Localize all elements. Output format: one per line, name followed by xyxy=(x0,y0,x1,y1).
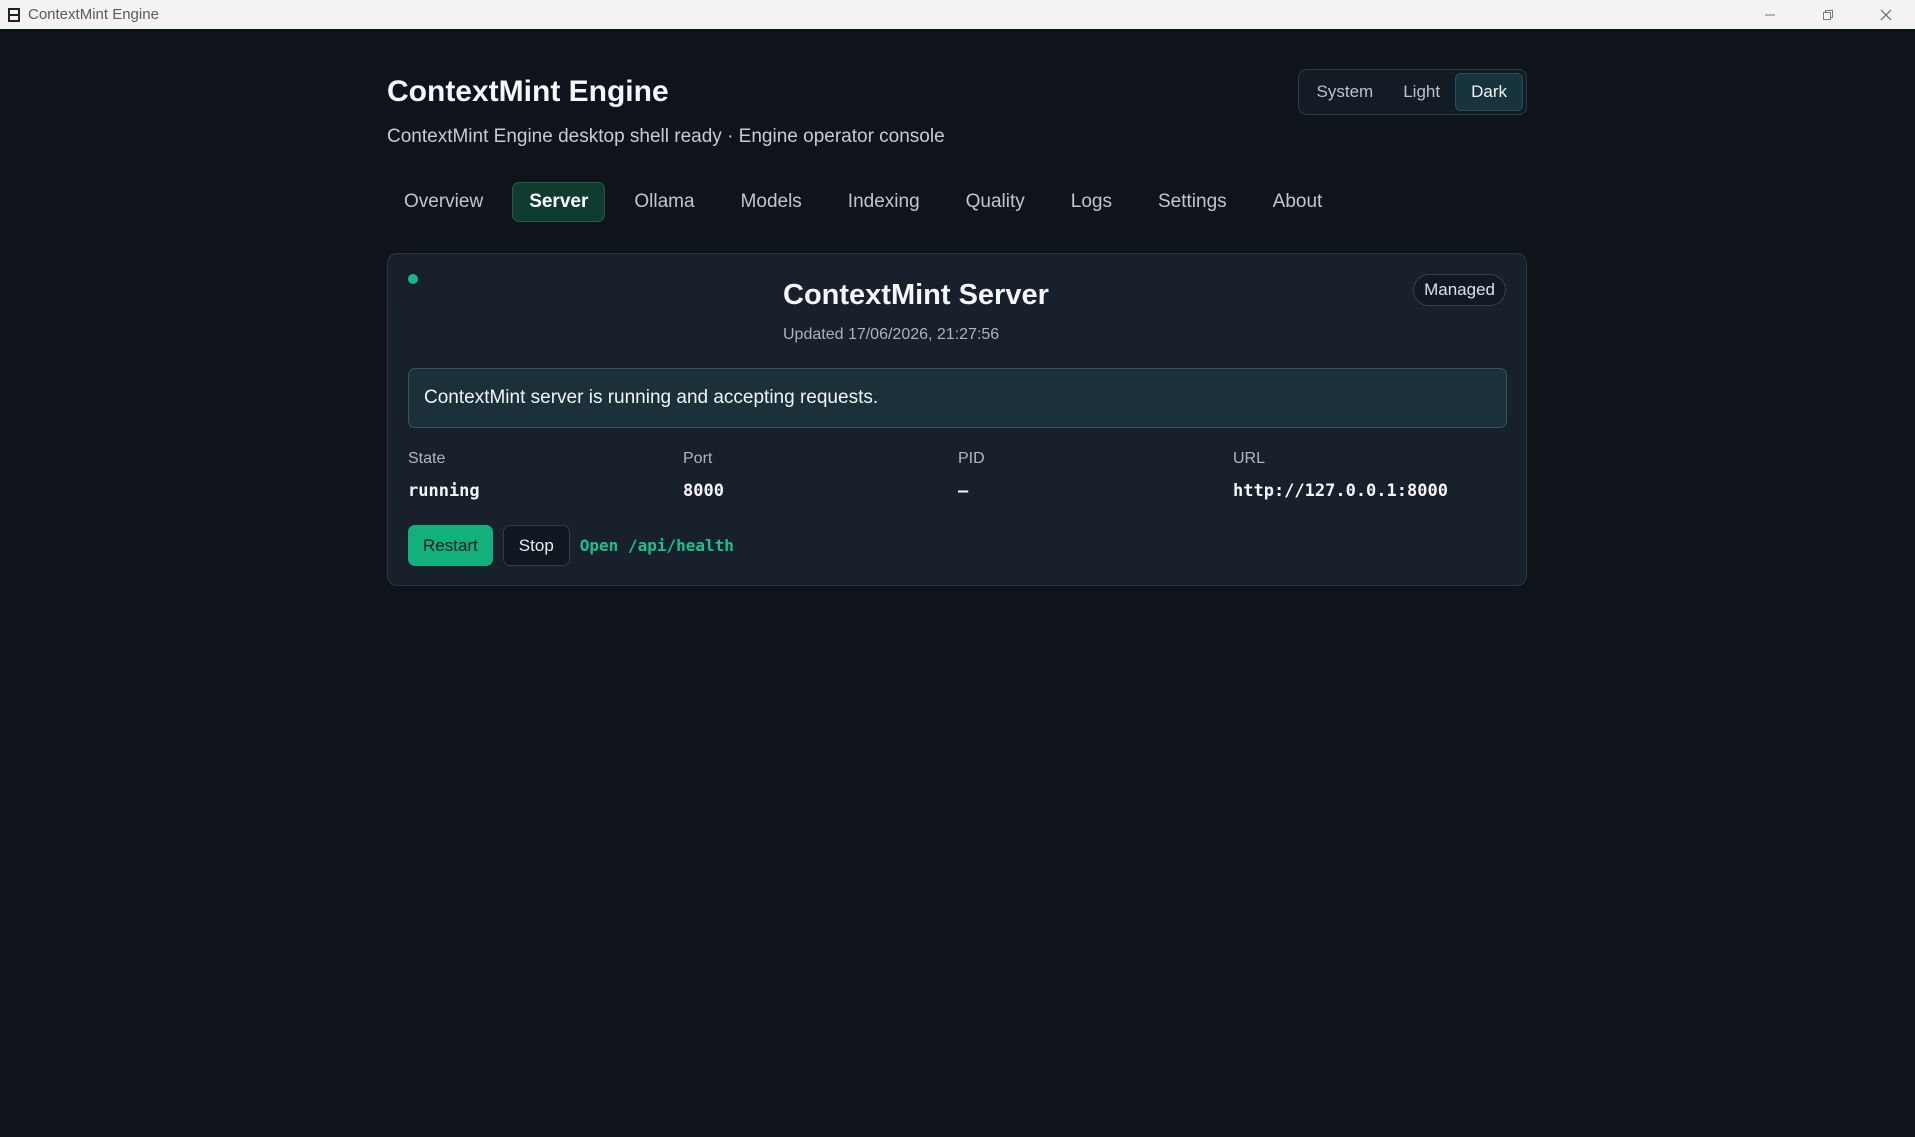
tab-models[interactable]: Models xyxy=(724,182,819,222)
app-icon xyxy=(0,7,28,22)
minimize-icon[interactable] xyxy=(1741,0,1799,29)
theme-system-button[interactable]: System xyxy=(1302,73,1389,111)
stat-value: 8000 xyxy=(683,481,724,501)
tab-indexing[interactable]: Indexing xyxy=(831,182,937,222)
restore-icon[interactable] xyxy=(1799,0,1857,29)
page-title: ContextMint Engine xyxy=(387,75,669,108)
window-titlebar: ContextMint Engine xyxy=(0,0,1915,29)
stop-button[interactable]: Stop xyxy=(502,525,570,566)
theme-dark-button[interactable]: Dark xyxy=(1455,73,1523,111)
status-message: ContextMint server is running and accept… xyxy=(408,368,1507,428)
tab-server[interactable]: Server xyxy=(512,182,606,222)
stat-value: — xyxy=(958,481,969,501)
stat-label: PID xyxy=(958,450,985,467)
theme-light-button[interactable]: Light xyxy=(1388,73,1455,111)
health-link[interactable]: Open /api/health xyxy=(580,536,734,555)
stat-state: State running xyxy=(408,450,683,501)
close-icon[interactable] xyxy=(1857,0,1915,29)
tab-overview[interactable]: Overview xyxy=(387,182,500,222)
stat-label: Port xyxy=(683,450,713,467)
window-title: ContextMint Engine xyxy=(28,6,159,23)
main-content: ContextMint Engine ContextMint Engine de… xyxy=(387,29,1527,586)
server-actions: Restart Stop Open /api/health xyxy=(408,525,734,566)
page-header: ContextMint Engine ContextMint Engine de… xyxy=(387,29,1527,159)
stat-port: Port 8000 xyxy=(683,450,958,501)
stat-url: URL http://127.0.0.1:8000 xyxy=(1233,450,1508,501)
managed-badge: Managed xyxy=(1413,274,1506,306)
stat-label: URL xyxy=(1233,450,1266,467)
tab-settings[interactable]: Settings xyxy=(1141,182,1244,222)
page-subtitle: ContextMint Engine desktop shell ready ·… xyxy=(387,126,945,147)
tab-logs[interactable]: Logs xyxy=(1054,182,1129,222)
updated-timestamp: Updated 17/06/2026, 21:27:56 xyxy=(783,326,1000,343)
stat-value: http://127.0.0.1:8000 xyxy=(1233,481,1448,501)
tab-ollama[interactable]: Ollama xyxy=(617,182,711,222)
stat-value: running xyxy=(408,481,480,501)
stat-label: State xyxy=(408,450,446,467)
restart-button[interactable]: Restart xyxy=(408,525,493,566)
server-card: ContextMint Server Updated 17/06/2026, 2… xyxy=(387,253,1527,586)
tab-about[interactable]: About xyxy=(1256,182,1340,222)
stat-pid: PID — xyxy=(958,450,1233,501)
tab-quality[interactable]: Quality xyxy=(949,182,1042,222)
card-title: ContextMint Server xyxy=(783,279,1049,311)
theme-switcher: System Light Dark xyxy=(1297,69,1527,115)
server-stats: State running Port 8000 PID — URL http:/… xyxy=(408,450,1508,501)
status-dot-icon xyxy=(408,274,418,284)
nav-tabs: Overview Server Ollama Models Indexing Q… xyxy=(387,182,1349,222)
